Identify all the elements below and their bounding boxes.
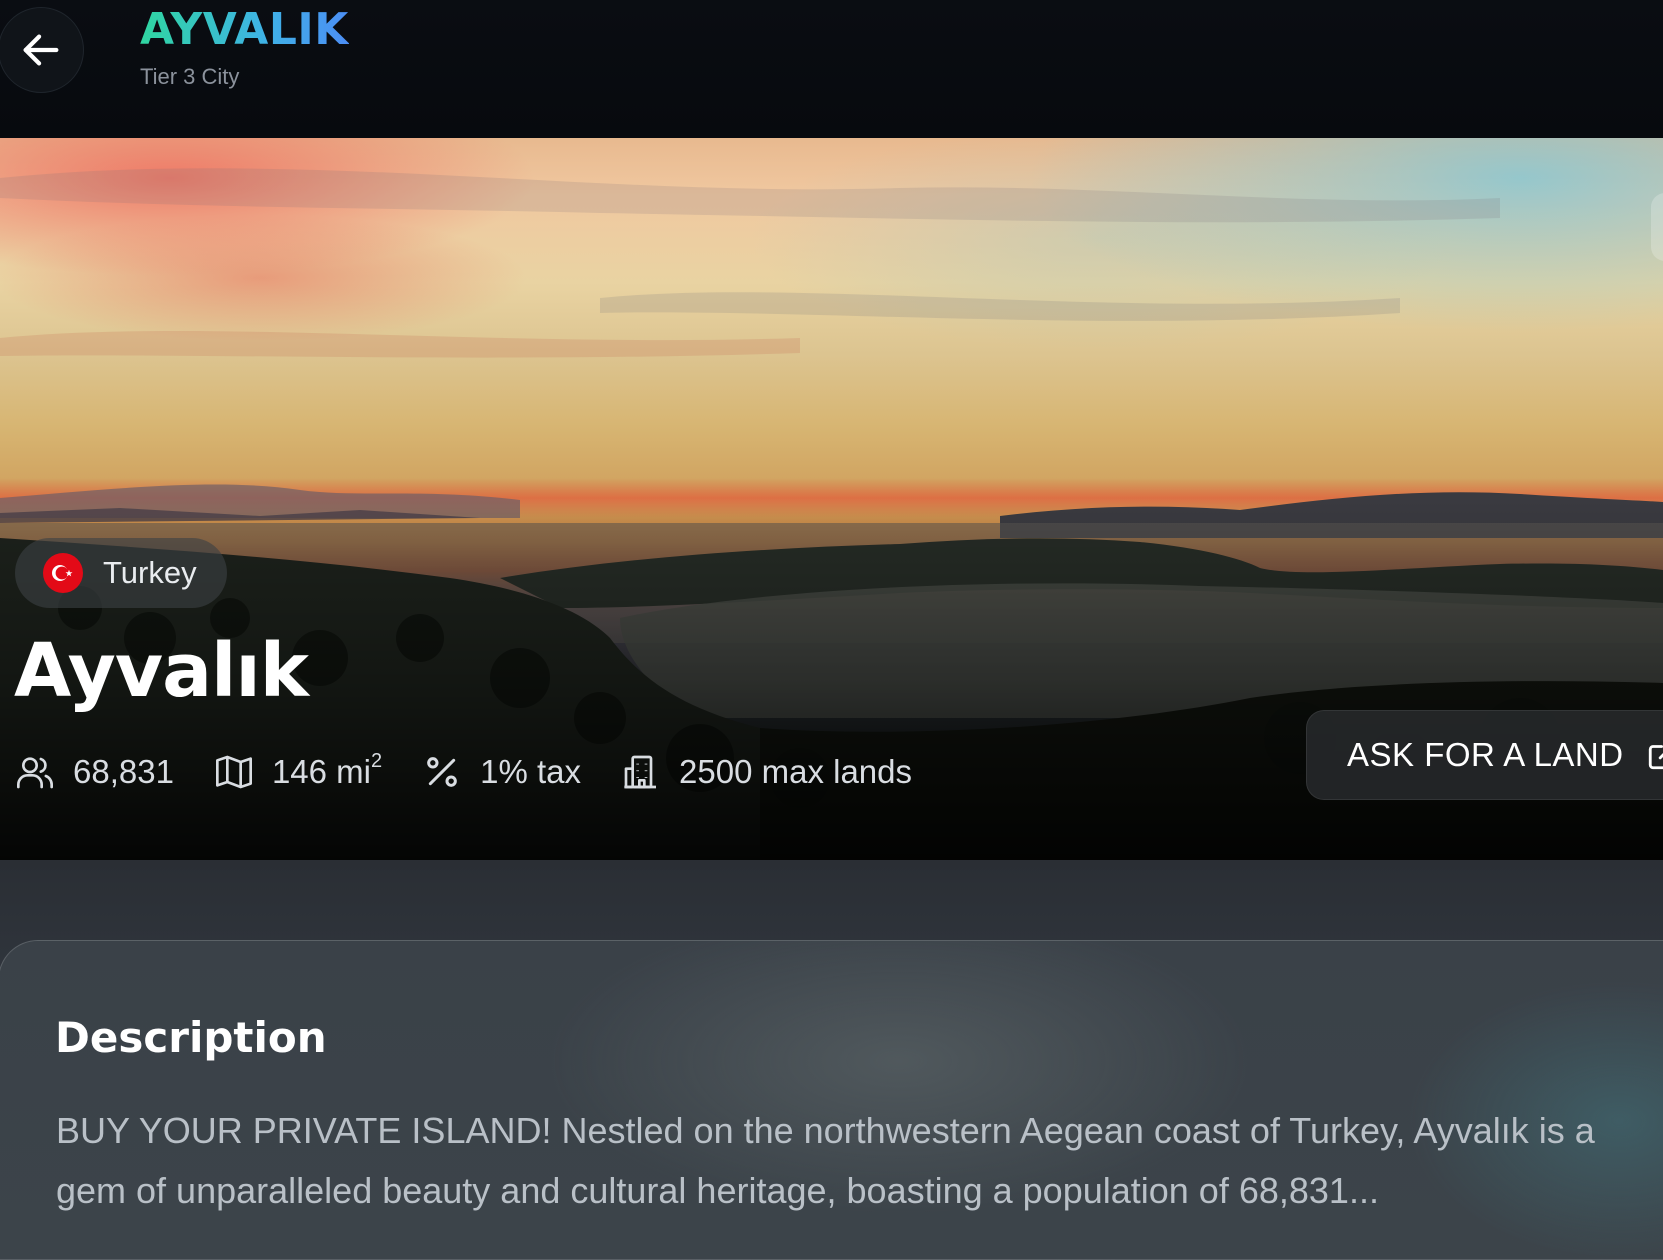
- tax-value: 1% tax: [480, 753, 582, 790]
- back-button[interactable]: [0, 7, 84, 93]
- country-chip: Turkey: [15, 538, 227, 608]
- area-number: 146 mi: [271, 753, 371, 790]
- page-title: AYVALIK: [140, 4, 349, 55]
- map-icon: [215, 755, 252, 789]
- population-stat: 68,831: [15, 752, 174, 792]
- description-text: BUY YOUR PRIVATE ISLAND! Nestled on the …: [56, 1110, 1595, 1211]
- ask-for-land-button[interactable]: ASK FOR A LAND: [1306, 710, 1663, 800]
- max-lands-stat: 2500 max lands: [621, 752, 912, 792]
- population-value: 68,831: [73, 753, 174, 790]
- tax-stat: 1% tax: [422, 752, 581, 792]
- external-link-icon: [1648, 745, 1663, 770]
- area-value: 146 mi2: [271, 750, 383, 791]
- arrow-left-icon: [23, 34, 59, 66]
- description-title: Description: [55, 1013, 327, 1062]
- users-icon: [17, 757, 54, 789]
- description-card: Description BUY YOUR PRIVATE ISLAND! Nes…: [0, 940, 1663, 1260]
- ask-for-land-label: ASK FOR A LAND: [1347, 736, 1624, 773]
- area-stat: 146 mi2: [214, 750, 383, 792]
- carousel-next-button[interactable]: [1651, 193, 1663, 261]
- city-name: Ayvalık: [14, 628, 309, 714]
- content-area: Description BUY YOUR PRIVATE ISLAND! Nes…: [0, 860, 1663, 1260]
- area-exponent: 2: [371, 750, 383, 772]
- city-stats: 68,831 146 mi2 1% tax 2500 max lands: [15, 750, 952, 792]
- percent-icon: [427, 757, 457, 787]
- turkey-flag-icon: [43, 553, 83, 593]
- max-lands-value: 2500 max lands: [679, 753, 912, 790]
- city-tier: Tier 3 City: [140, 64, 240, 89]
- building-icon: [624, 755, 657, 789]
- country-name: Turkey: [103, 555, 197, 590]
- top-bar: AYVALIK Tier 3 City: [0, 0, 1663, 138]
